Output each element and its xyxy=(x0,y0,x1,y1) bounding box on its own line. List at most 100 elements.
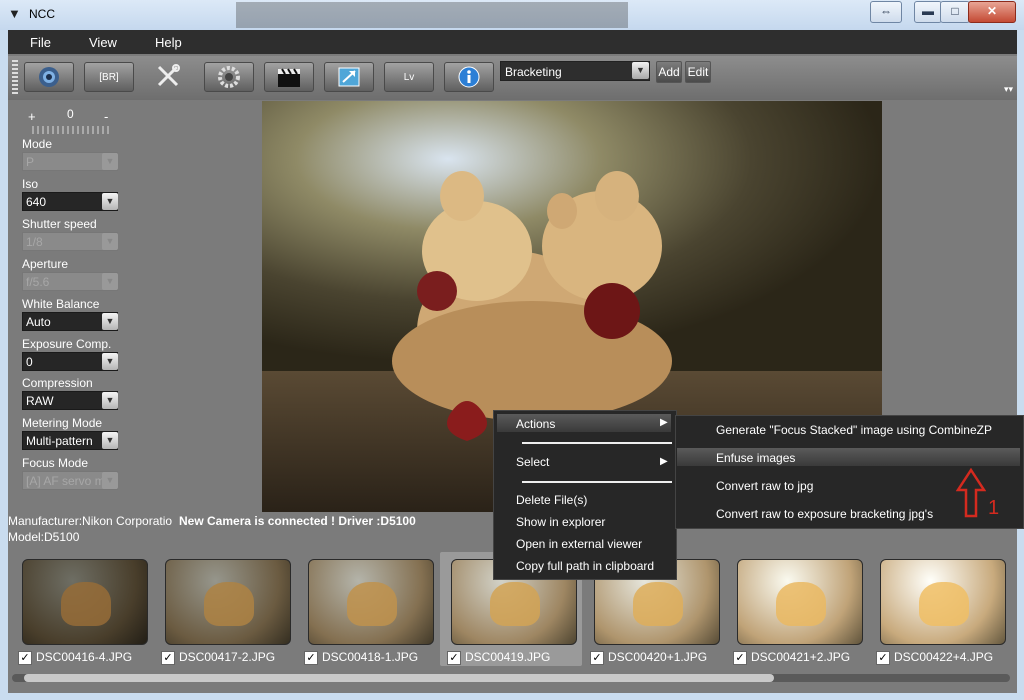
thumbnail-filename: DSC00417-2.JPG xyxy=(179,650,276,664)
setting-label: Iso xyxy=(22,177,39,191)
ctx-delete-files[interactable]: Delete File(s) xyxy=(516,493,587,507)
thumbnail-subject xyxy=(204,582,254,626)
info-button[interactable] xyxy=(444,62,494,92)
exposure-zero: 0 xyxy=(67,107,74,121)
thumbnail-image[interactable] xyxy=(308,559,434,645)
submenu-convert-raw-jpg[interactable]: Convert raw to jpg xyxy=(716,479,813,493)
thumbnail-checkbox[interactable]: ✓ xyxy=(590,651,604,665)
close-button[interactable]: ✕ xyxy=(968,1,1016,23)
gear-icon xyxy=(218,66,240,88)
submenu-arrow-icon: ▶ xyxy=(660,417,668,428)
setting-label: Mode xyxy=(22,137,53,151)
camera-app-icon: ▼ xyxy=(8,6,21,21)
clapperboard-icon xyxy=(278,68,300,87)
thumbnail-subject xyxy=(61,582,111,626)
tools-button[interactable] xyxy=(144,62,192,90)
chevron-down-icon[interactable]: ▼ xyxy=(102,313,118,330)
chevron-down-icon[interactable]: ▼ xyxy=(102,353,118,370)
submenu-convert-raw-bracketing[interactable]: Convert raw to exposure bracketing jpg's xyxy=(716,507,933,521)
thumbnail-subject xyxy=(490,582,540,626)
thumbnail-checkbox[interactable]: ✓ xyxy=(161,651,175,665)
chevron-down-icon: ▼ xyxy=(102,472,118,489)
menu-file[interactable]: File xyxy=(30,35,51,50)
chevron-down-icon[interactable]: ▼ xyxy=(102,392,118,409)
movie-button[interactable] xyxy=(264,62,314,92)
connection-status: New Camera is connected ! Driver :D5100 xyxy=(179,514,416,528)
ctx-copy-full-path[interactable]: Copy full path in clipboard xyxy=(516,559,654,573)
tools-icon xyxy=(157,64,180,87)
thumbnail-checkbox[interactable]: ✓ xyxy=(18,651,32,665)
red-up-arrow-icon xyxy=(956,468,986,518)
maximize-button[interactable]: □ xyxy=(940,1,970,23)
setting-label: Shutter speed xyxy=(22,217,97,231)
manufacturer-text: Manufacturer:Nikon Corporatio xyxy=(8,514,173,528)
br-label: [BR] xyxy=(99,71,119,83)
setting-label: Focus Mode xyxy=(22,456,89,470)
resize-button[interactable]: ⇔ xyxy=(870,1,902,23)
edit-button[interactable]: Edit xyxy=(685,61,711,83)
bracketing-dropdown[interactable]: Bracketing xyxy=(500,61,650,81)
setting-label: Compression xyxy=(22,376,93,390)
thumbnail-image[interactable] xyxy=(22,559,148,645)
exposure-scale-ticks xyxy=(32,126,112,134)
ctx-actions[interactable]: Actions xyxy=(516,417,555,431)
thumbnail-filename: DSC00416-4.JPG xyxy=(36,650,133,664)
add-button[interactable]: Add xyxy=(656,61,682,83)
settings-button[interactable] xyxy=(204,62,254,92)
thumbnail-image[interactable] xyxy=(737,559,863,645)
thumbnail-filename: DSC00418-1.JPG xyxy=(322,650,419,664)
submenu-arrow-icon: ▶ xyxy=(660,456,668,467)
thumbnail-filename: DSC00419.JPG xyxy=(465,650,551,664)
blurred-title-region xyxy=(236,2,628,28)
capture-button[interactable] xyxy=(24,62,74,92)
setting-label: Aperture xyxy=(22,257,69,271)
thumbnail-checkbox[interactable]: ✓ xyxy=(876,651,890,665)
chevron-down-icon: ▼ xyxy=(102,233,118,250)
lens-icon xyxy=(39,67,59,87)
thumbnail-filename: DSC00422+4.JPG xyxy=(894,650,994,664)
thumbnail-checkbox[interactable]: ✓ xyxy=(304,651,318,665)
menu-view[interactable]: View xyxy=(89,35,117,50)
chevron-down-icon[interactable]: ▼ xyxy=(102,432,118,449)
model-text: Model:D5100 xyxy=(8,530,80,544)
ctx-separator xyxy=(522,442,672,444)
expand-icon xyxy=(338,67,360,87)
window-title: NCC xyxy=(29,7,55,21)
ctx-show-in-explorer[interactable]: Show in explorer xyxy=(516,515,605,529)
ctx-open-external-viewer[interactable]: Open in external viewer xyxy=(516,537,642,551)
exposure-minus: - xyxy=(104,109,109,124)
menu-help[interactable]: Help xyxy=(155,35,182,50)
setting-label: Exposure Comp. xyxy=(22,337,112,351)
exposure-plus: + xyxy=(28,109,36,124)
fullscreen-button[interactable] xyxy=(324,62,374,92)
chevron-down-icon[interactable]: ▼ xyxy=(632,62,649,79)
scrollbar-thumb[interactable] xyxy=(24,674,774,682)
bracketing-button[interactable]: [BR] xyxy=(84,62,134,92)
minimize-button[interactable]: ▬ xyxy=(914,1,942,23)
ctx-select[interactable]: Select xyxy=(516,455,549,469)
thumbnail-checkbox[interactable]: ✓ xyxy=(447,651,461,665)
thumbnail-subject xyxy=(633,582,683,626)
thumbnail-subject xyxy=(347,582,397,626)
toolbar-grip[interactable] xyxy=(12,60,18,96)
thumbnail-filename: DSC00421+2.JPG xyxy=(751,650,851,664)
chevron-down-icon: ▼ xyxy=(102,153,118,170)
chevron-down-icon: ▼ xyxy=(102,273,118,290)
thumbnail-checkbox[interactable]: ✓ xyxy=(733,651,747,665)
setting-label: White Balance xyxy=(22,297,100,311)
chevron-down-icon[interactable]: ▼ xyxy=(102,193,118,210)
info-icon xyxy=(458,66,480,88)
annotation-number: 1 xyxy=(988,497,1000,519)
thumbnail-filename: DSC00420+1.JPG xyxy=(608,650,708,664)
thumbnail-image[interactable] xyxy=(880,559,1006,645)
thumbnail-image[interactable] xyxy=(165,559,291,645)
submenu-focus-stack[interactable]: Generate "Focus Stacked" image using Com… xyxy=(716,423,992,437)
setting-label: Metering Mode xyxy=(22,416,103,430)
thumbnail-subject xyxy=(919,582,969,626)
lv-label: Lv xyxy=(403,71,415,83)
submenu-enfuse-images[interactable]: Enfuse images xyxy=(716,451,795,465)
toolbar-overflow-icon[interactable]: ▾▾ xyxy=(1004,84,1014,96)
thumbnail-subject xyxy=(776,582,826,626)
live-view-button[interactable]: Lv xyxy=(384,62,434,92)
ctx-separator xyxy=(522,481,672,483)
